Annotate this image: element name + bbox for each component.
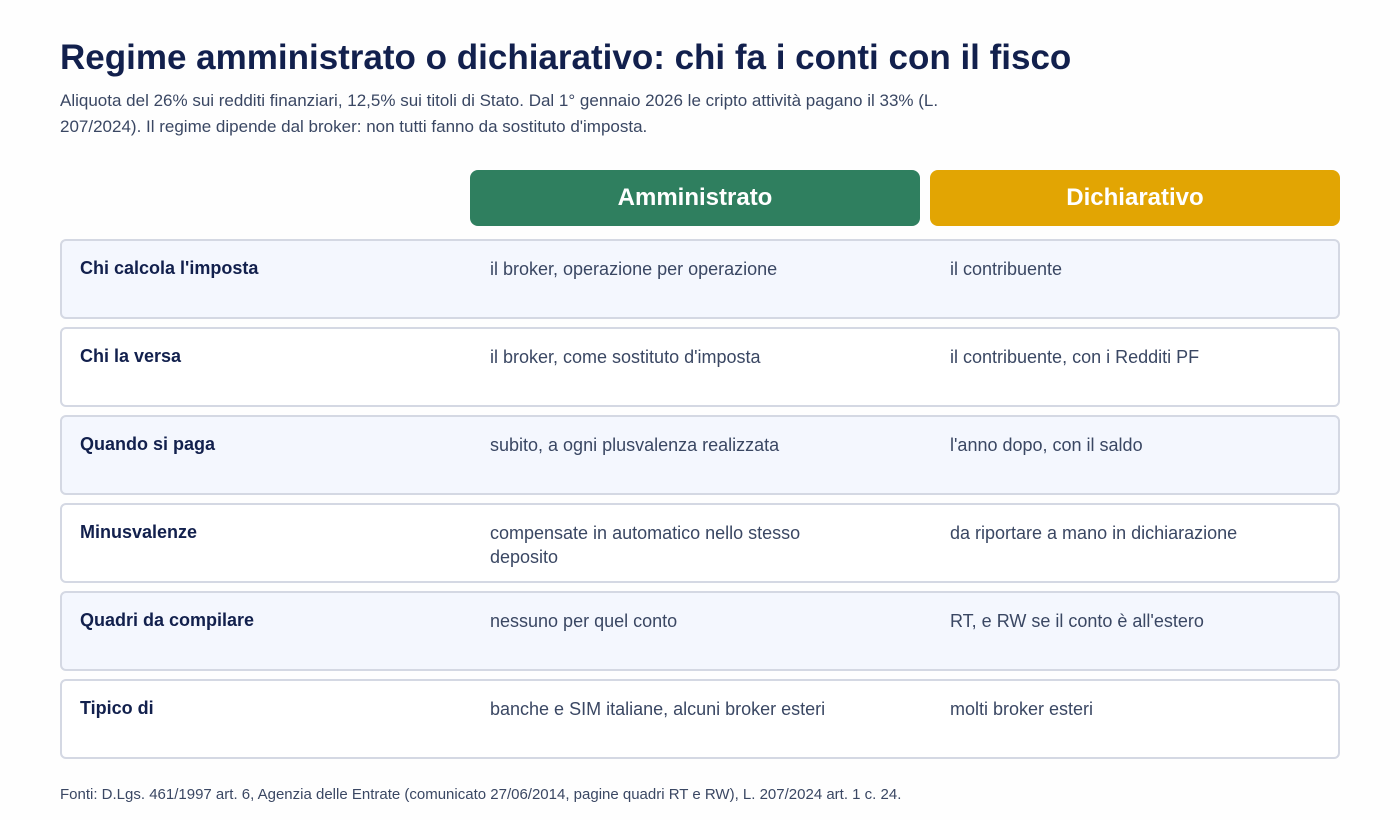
column-header-amministrato: Amministrato <box>470 170 920 226</box>
cell-amministrato: il broker, come sostituto d'imposta <box>490 347 761 367</box>
table-row: Quando si paga subito, a ogni plusvalenz… <box>60 415 1340 495</box>
table-row: Chi la versa il broker, come sostituto d… <box>60 327 1340 407</box>
comparison-table: Chi calcola l'imposta il broker, operazi… <box>60 239 1340 767</box>
sources-footnote: Fonti: D.Lgs. 461/1997 art. 6, Agenzia d… <box>60 786 902 803</box>
cell-dichiarativo: l'anno dopo, con il saldo <box>950 435 1143 455</box>
cell-dichiarativo: RT, e RW se il conto è all'estero <box>950 611 1204 631</box>
table-row: Minusvalenze compensate in automatico ne… <box>60 503 1340 583</box>
row-label: Quadri da compilare <box>80 610 255 630</box>
cell-amministrato: compensate in automatico nello stesso de… <box>490 523 801 567</box>
cell-amministrato: subito, a ogni plusvalenza realizzata <box>490 435 780 455</box>
page: Regime amministrato o dichiarativo: chi … <box>0 0 1400 820</box>
row-label: Quando si paga <box>80 434 216 454</box>
page-title: Regime amministrato o dichiarativo: chi … <box>60 38 1072 77</box>
cell-dichiarativo: il contribuente, con i Redditi PF <box>950 347 1200 367</box>
page-subtitle: Aliquota del 26% sui redditi finanziari,… <box>60 91 939 136</box>
cell-amministrato: il broker, operazione per operazione <box>490 259 778 279</box>
cell-amministrato: banche e SIM italiane, alcuni broker est… <box>490 699 826 719</box>
column-header-dichiarativo: Dichiarativo <box>930 170 1340 226</box>
table-row: Tipico di banche e SIM italiane, alcuni … <box>60 679 1340 759</box>
row-label: Chi la versa <box>80 346 182 366</box>
row-label: Minusvalenze <box>80 522 198 542</box>
cell-dichiarativo: molti broker esteri <box>950 699 1094 719</box>
row-label: Tipico di <box>80 698 154 718</box>
cell-dichiarativo: da riportare a mano in dichiarazione <box>950 523 1238 543</box>
table-row: Quadri da compilare nessuno per quel con… <box>60 591 1340 671</box>
table-row: Chi calcola l'imposta il broker, operazi… <box>60 239 1340 319</box>
row-label: Chi calcola l'imposta <box>80 258 259 278</box>
cell-dichiarativo: il contribuente <box>950 259 1063 279</box>
cell-amministrato: nessuno per quel conto <box>490 611 678 631</box>
